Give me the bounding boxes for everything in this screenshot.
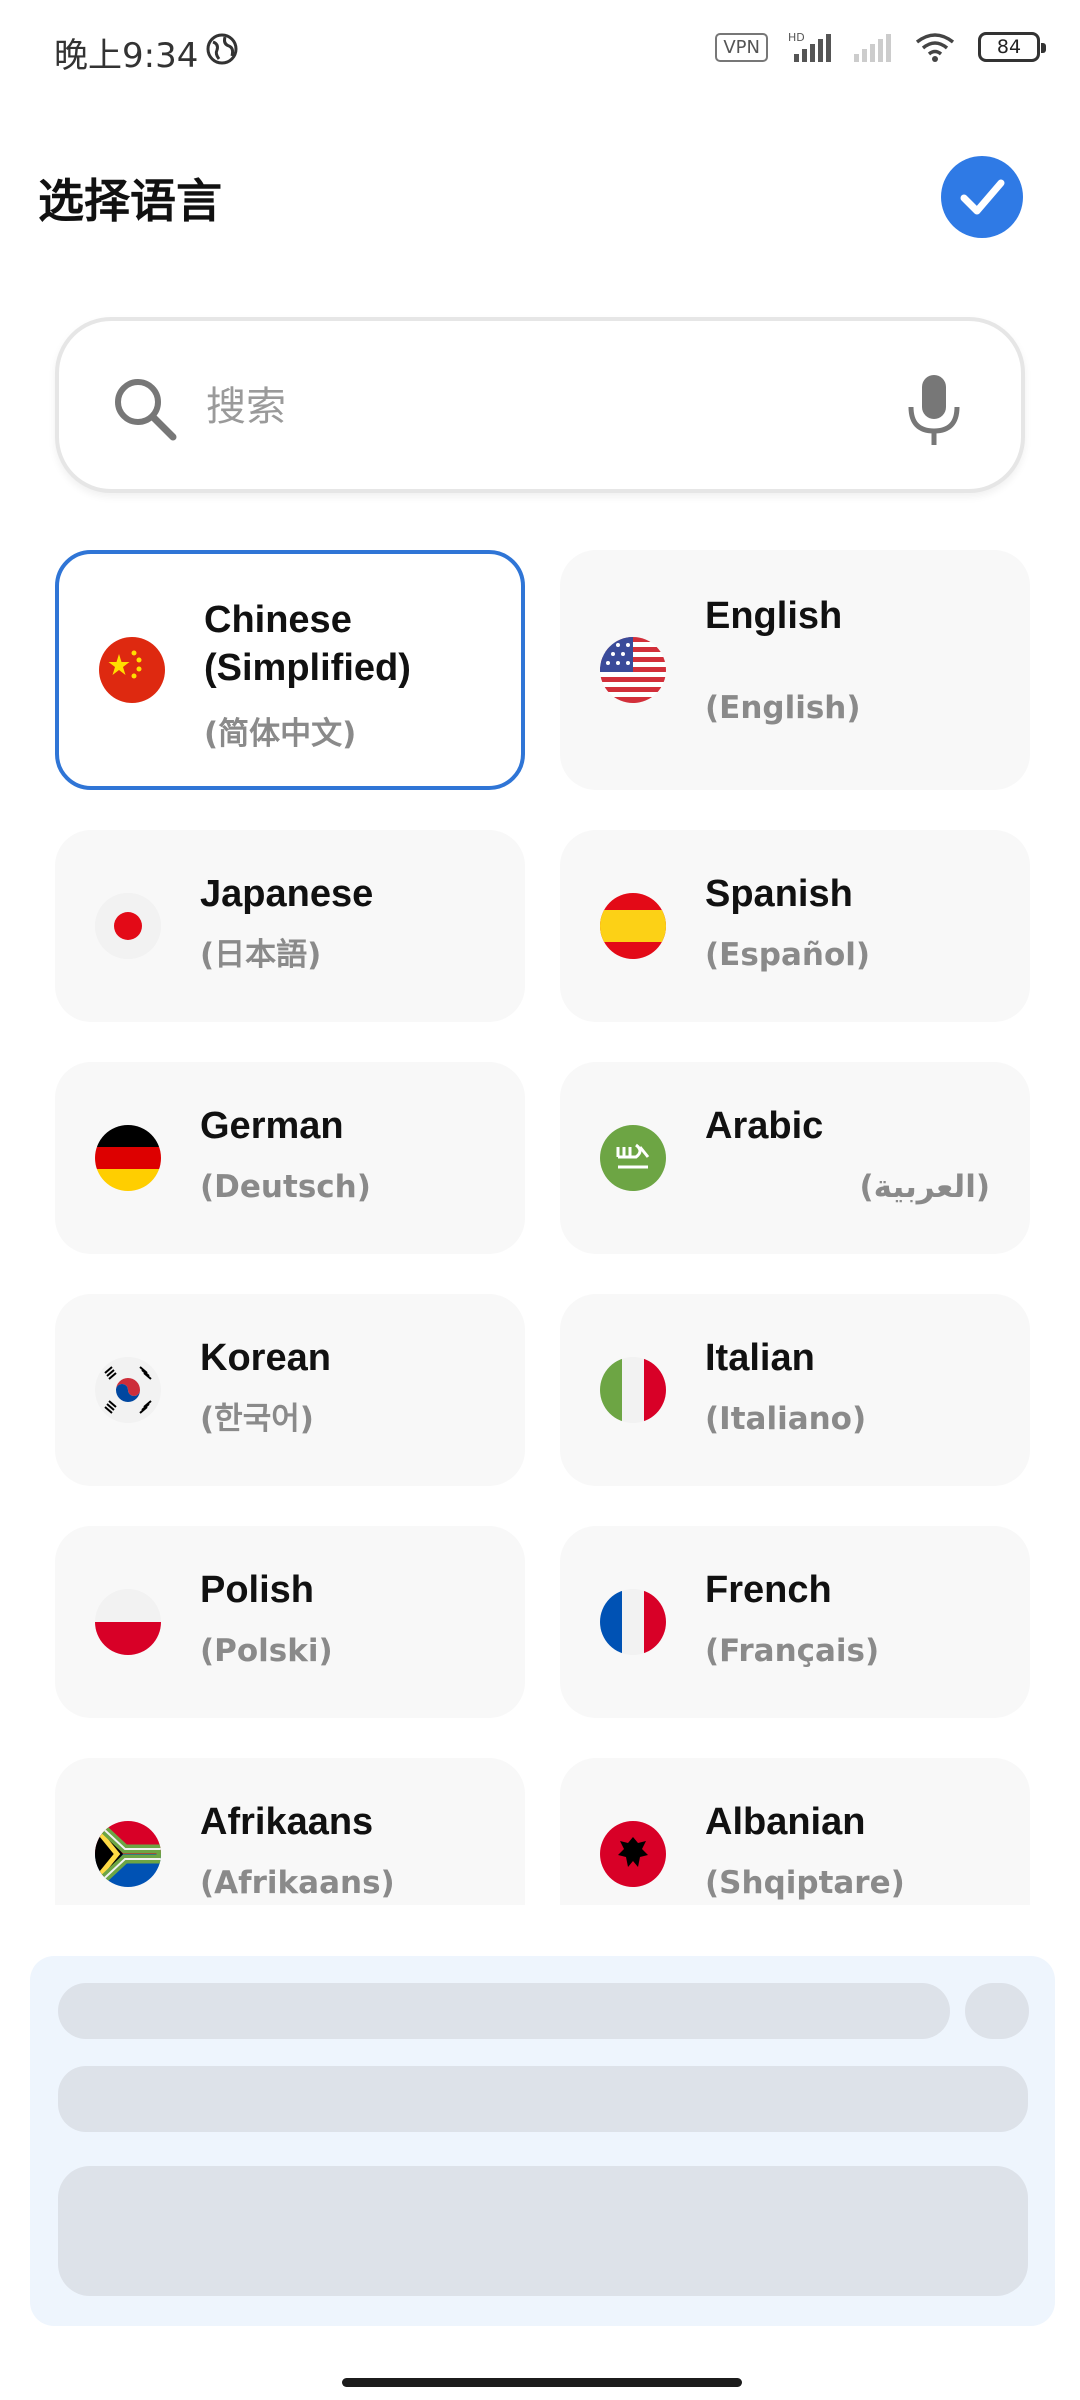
language-name: Polish (200, 1569, 315, 1611)
language-native-name: (Afrikaans) (200, 1865, 395, 1901)
language-card-italian[interactable]: Italian (Italiano) (560, 1294, 1030, 1486)
south-korea-flag-icon (95, 1357, 161, 1423)
status-icons: VPN HD 84 (715, 30, 1046, 64)
poland-flag-icon (95, 1589, 161, 1655)
page-title: 选择语言 (38, 174, 222, 228)
language-grid: Chinese (Simplified) (简体中文) English (Eng… (55, 550, 1030, 1905)
language-name: Arabic (705, 1105, 824, 1147)
germany-flag-icon (95, 1125, 161, 1191)
language-native-name: (English) (705, 690, 861, 726)
skeleton-block (58, 2166, 1028, 2296)
language-native-name: (Polski) (200, 1633, 333, 1669)
battery-level: 84 (996, 36, 1022, 58)
language-native-name: (Français) (705, 1633, 880, 1669)
language-name: German (200, 1105, 344, 1147)
home-indicator[interactable] (342, 2378, 742, 2387)
language-card-french[interactable]: French (Français) (560, 1526, 1030, 1718)
language-name: Chinese (Simplified) (204, 599, 411, 689)
language-name: Italian (705, 1337, 815, 1379)
skeleton-dot (965, 1983, 1029, 2039)
skeleton-line (58, 1983, 950, 2039)
battery-indicator: 84 (978, 32, 1046, 62)
language-native-name: (日本語) (200, 937, 322, 973)
status-time: 晚上9:34 (54, 36, 199, 76)
language-name: Afrikaans (200, 1801, 374, 1843)
status-bar: 晚上9:34 VPN HD 84 (0, 0, 1080, 100)
skeleton-line (58, 2066, 1028, 2132)
search-input[interactable] (204, 361, 858, 453)
wifi-icon (915, 33, 955, 62)
language-native-name: (한국어) (200, 1401, 314, 1437)
spain-flag-icon (600, 893, 666, 959)
language-name: English (705, 595, 843, 637)
language-native-name: (Español) (705, 937, 871, 973)
language-card-albanian[interactable]: Albanian (Shqiptare) (560, 1758, 1030, 1905)
language-card-polish[interactable]: Polish (Polski) (55, 1526, 525, 1718)
language-native-name: (Deutsch) (200, 1169, 371, 1205)
language-card-german[interactable]: German (Deutsch) (55, 1062, 525, 1254)
search-bar[interactable] (55, 317, 1025, 493)
language-native-name: (简体中文) (204, 716, 357, 752)
vpn-badge: VPN (715, 32, 768, 62)
south-africa-flag-icon (95, 1821, 161, 1887)
language-card-spanish[interactable]: Spanish (Español) (560, 830, 1030, 1022)
china-flag-icon (99, 637, 165, 703)
language-native-name: (Shqiptare) (705, 1865, 905, 1901)
japan-flag-icon (95, 893, 161, 959)
confirm-button[interactable] (941, 156, 1023, 238)
language-card-english[interactable]: English (English) (560, 550, 1030, 790)
language-name: Spanish (705, 873, 853, 915)
france-flag-icon (600, 1589, 666, 1655)
globe-icon (206, 33, 238, 65)
italy-flag-icon (600, 1357, 666, 1423)
check-icon (960, 179, 1005, 215)
language-name: Korean (200, 1337, 331, 1379)
search-icon (115, 379, 177, 441)
language-card-japanese[interactable]: Japanese (日本語) (55, 830, 525, 1022)
albania-flag-icon (600, 1821, 666, 1887)
language-card-chinese-simplified[interactable]: Chinese (Simplified) (简体中文) (55, 550, 525, 790)
signal-hd-icon: HD (788, 31, 831, 62)
language-name: French (705, 1569, 832, 1611)
loading-skeleton-panel (30, 1956, 1055, 2326)
language-card-arabic[interactable]: Arabic (العربية) (560, 1062, 1030, 1254)
microphone-icon[interactable] (899, 373, 969, 449)
usa-flag-icon (600, 637, 666, 703)
language-name: Japanese (200, 873, 374, 915)
language-native-name: (العربية) (859, 1169, 991, 1205)
saudi-arabia-flag-icon (600, 1125, 666, 1191)
language-card-korean[interactable]: Korean (한국어) (55, 1294, 525, 1486)
signal-weak-icon (854, 34, 891, 62)
svg-text:HD: HD (788, 31, 805, 44)
language-native-name: (Italiano) (705, 1401, 867, 1437)
language-card-afrikaans[interactable]: Afrikaans (Afrikaans) (55, 1758, 525, 1905)
language-name: Albanian (705, 1801, 866, 1843)
